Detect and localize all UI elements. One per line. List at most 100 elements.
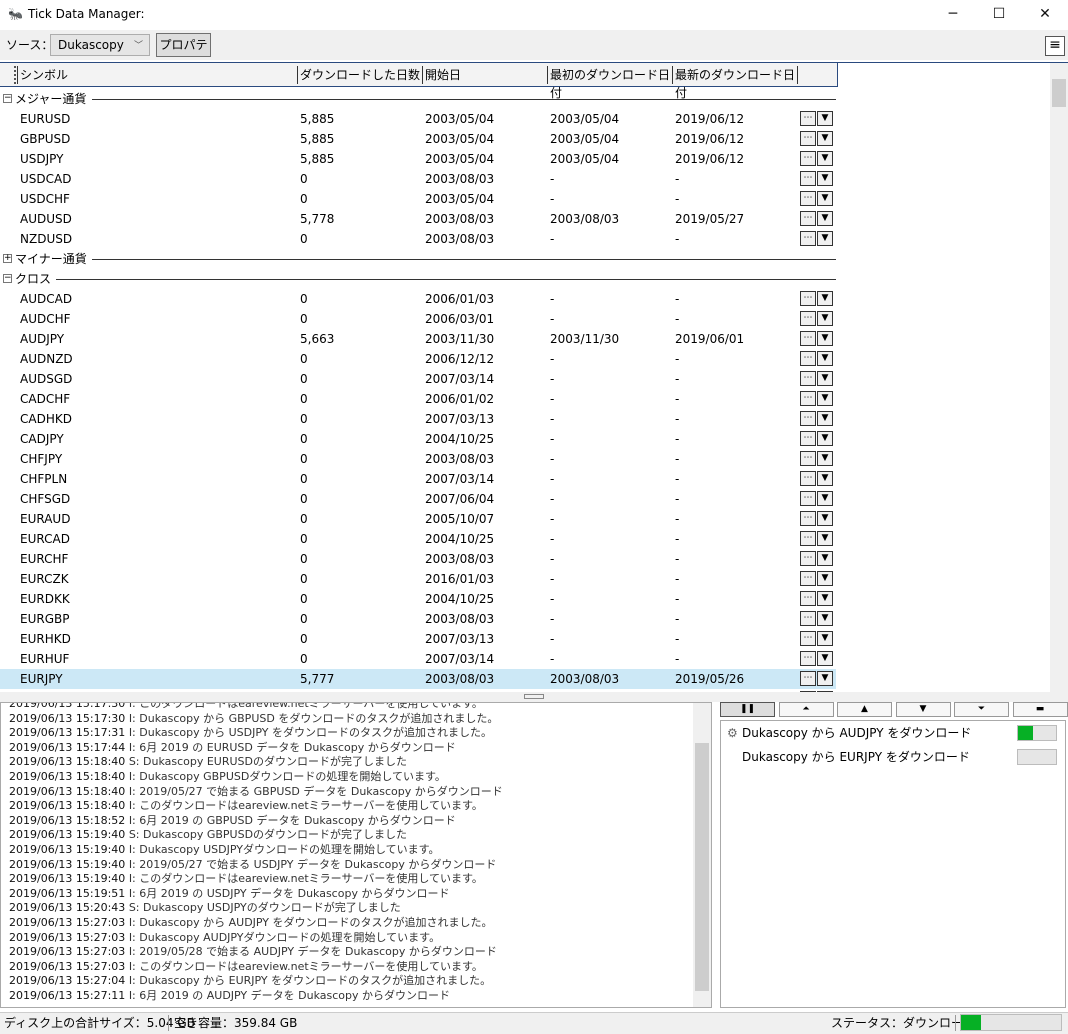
more-options-icon[interactable]: ⋯ [800,431,816,446]
table-row[interactable]: EURHKD 0 2007/03/13 - - ⋯ ▼ [0,629,836,649]
dropdown-icon[interactable]: ▼ [817,231,833,246]
more-options-icon[interactable]: ⋯ [800,191,816,206]
more-options-icon[interactable]: ⋯ [800,231,816,246]
properties-button[interactable]: プロパティ [156,33,211,74]
dropdown-icon[interactable]: ▼ [817,331,833,346]
table-row[interactable]: EURJPY 5,777 2003/08/03 2003/08/03 2019/05/2… [0,669,836,689]
dropdown-icon[interactable]: ▼ [817,591,833,606]
table-row[interactable]: AUDNZD 0 2006/12/12 - - ⋯ ▼ [0,349,836,369]
expand-icon[interactable]: + [3,254,12,263]
move-top-icon[interactable]: ⏶ [778,702,834,717]
table-row[interactable]: EURCAD 0 2004/10/25 - - ⋯ ▼ [0,529,836,549]
dropdown-icon[interactable]: ▼ [817,631,833,646]
dropdown-icon[interactable]: ▼ [817,151,833,166]
table-row[interactable]: CHFSGD 0 2007/06/04 - - ⋯ ▼ [0,489,836,509]
dropdown-icon[interactable]: ▼ [817,351,833,366]
table-row[interactable]: EURDKK 0 2004/10/25 - - ⋯ ▼ [0,589,836,609]
dropdown-icon[interactable]: ▼ [817,471,833,486]
dropdown-icon[interactable]: ▼ [817,451,833,466]
table-row[interactable]: EURUSD 5,885 2003/05/04 2003/05/04 2019/06/1… [0,109,836,129]
dropdown-icon[interactable]: ▼ [817,371,833,386]
more-options-icon[interactable]: ⋯ [800,131,816,146]
more-options-icon[interactable]: ⋯ [800,551,816,566]
log-scrollbar-thumb[interactable] [695,743,709,991]
dropdown-icon[interactable]: ▼ [817,571,833,586]
dropdown-icon[interactable]: ▼ [817,671,833,686]
column-latest[interactable]: 最新のダウンロード日付 [672,66,797,100]
more-options-icon[interactable]: ⋯ [800,171,816,186]
column-start[interactable]: 開始日 [422,66,547,84]
table-row[interactable]: AUDCHF 0 2006/03/01 - - ⋯ ▼ [0,309,836,329]
table-row[interactable]: AUDSGD 0 2007/03/14 - - ⋯ ▼ [0,369,836,389]
queue-item[interactable]: ⚙ Dukascopy から AUDJPY をダウンロード [727,723,1063,743]
dropdown-icon[interactable]: ▼ [817,531,833,546]
group-header[interactable]: + マイナー通貨 [0,249,836,269]
dropdown-icon[interactable]: ▼ [817,171,833,186]
table-row[interactable]: USDJPY 5,885 2003/05/04 2003/05/04 2019/06/1… [0,149,836,169]
minimize-button[interactable]: ─ [930,0,976,30]
column-days[interactable]: ダウンロードした日数 [297,66,422,84]
more-options-icon[interactable]: ⋯ [800,651,816,666]
table-row[interactable]: NZDUSD 0 2003/08/03 - - ⋯ ▼ [0,229,836,249]
more-options-icon[interactable]: ⋯ [800,631,816,646]
move-down-icon[interactable]: ▼ [895,702,951,717]
more-options-icon[interactable]: ⋯ [800,571,816,586]
column-first[interactable]: 最初のダウンロード日付 [547,66,672,100]
queue-item[interactable]: Dukascopy から EURJPY をダウンロード [727,747,1063,767]
collapse-icon[interactable]: − [3,94,12,103]
dropdown-icon[interactable]: ▼ [817,311,833,326]
dropdown-icon[interactable]: ▼ [817,111,833,126]
dropdown-icon[interactable]: ▼ [817,431,833,446]
more-options-icon[interactable]: ⋯ [800,451,816,466]
dropdown-icon[interactable]: ▼ [817,651,833,666]
more-options-icon[interactable]: ⋯ [800,611,816,626]
dropdown-icon[interactable]: ▼ [817,491,833,506]
dropdown-icon[interactable]: ▼ [817,391,833,406]
table-row[interactable]: EURHUF 0 2007/03/14 - - ⋯ ▼ [0,649,836,669]
table-row[interactable]: CADJPY 0 2004/10/25 - - ⋯ ▼ [0,429,836,449]
dropdown-icon[interactable]: ▼ [817,291,833,306]
table-row[interactable]: EURCZK 0 2016/01/03 - - ⋯ ▼ [0,569,836,589]
dropdown-icon[interactable]: ▼ [817,131,833,146]
table-row[interactable]: AUDUSD 5,778 2003/08/03 2003/08/03 2019/05/2… [0,209,836,229]
more-options-icon[interactable]: ⋯ [800,511,816,526]
move-up-icon[interactable]: ▲ [837,702,892,717]
table-row[interactable]: EURAUD 0 2005/10/07 - - ⋯ ▼ [0,509,836,529]
more-options-icon[interactable]: ⋯ [800,671,816,686]
grid-scrollbar[interactable] [1050,63,1068,692]
dropdown-icon[interactable]: ▼ [817,191,833,206]
table-row[interactable]: CHFJPY 0 2003/08/03 - - ⋯ ▼ [0,449,836,469]
table-row[interactable]: USDCHF 0 2003/05/04 - - ⋯ ▼ [0,189,836,209]
splitter[interactable] [0,692,1068,702]
table-row[interactable]: AUDCAD 0 2006/01/03 - - ⋯ ▼ [0,289,836,309]
close-button[interactable]: ✕ [1022,0,1068,30]
remove-icon[interactable]: ▬ [1012,702,1068,717]
table-row[interactable]: USDCAD 0 2003/08/03 - - ⋯ ▼ [0,169,836,189]
more-options-icon[interactable]: ⋯ [800,331,816,346]
more-options-icon[interactable]: ⋯ [800,491,816,506]
table-row[interactable]: GBPUSD 5,885 2003/05/04 2003/05/04 2019/06/1… [0,129,836,149]
dropdown-icon[interactable]: ▼ [817,411,833,426]
group-header[interactable]: − メジャー通貨 [0,89,836,109]
maximize-button[interactable]: ☐ [976,0,1022,30]
more-options-icon[interactable]: ⋯ [800,311,816,326]
dropdown-icon[interactable]: ▼ [817,611,833,626]
more-options-icon[interactable]: ⋯ [800,151,816,166]
group-header[interactable]: − クロス [0,269,836,289]
table-row[interactable]: AUDJPY 5,663 2003/11/30 2003/11/30 2019/06/0… [0,329,836,349]
table-row[interactable]: CADHKD 0 2007/03/13 - - ⋯ ▼ [0,409,836,429]
column-symbol[interactable]: シンボル [17,66,297,84]
table-row[interactable]: EURCHF 0 2003/08/03 - - ⋯ ▼ [0,549,836,569]
more-options-icon[interactable]: ⋯ [800,471,816,486]
more-options-icon[interactable]: ⋯ [800,351,816,366]
more-options-icon[interactable]: ⋯ [800,391,816,406]
table-row[interactable]: EURGBP 0 2003/08/03 - - ⋯ ▼ [0,609,836,629]
more-options-icon[interactable]: ⋯ [800,211,816,226]
more-options-icon[interactable]: ⋯ [800,291,816,306]
more-options-icon[interactable]: ⋯ [800,591,816,606]
collapse-icon[interactable]: − [3,274,12,283]
dropdown-icon[interactable]: ▼ [817,211,833,226]
source-select[interactable]: Dukascopy ﹀ [50,34,150,56]
dropdown-icon[interactable]: ▼ [817,551,833,566]
table-row[interactable]: CHFPLN 0 2007/03/14 - - ⋯ ▼ [0,469,836,489]
